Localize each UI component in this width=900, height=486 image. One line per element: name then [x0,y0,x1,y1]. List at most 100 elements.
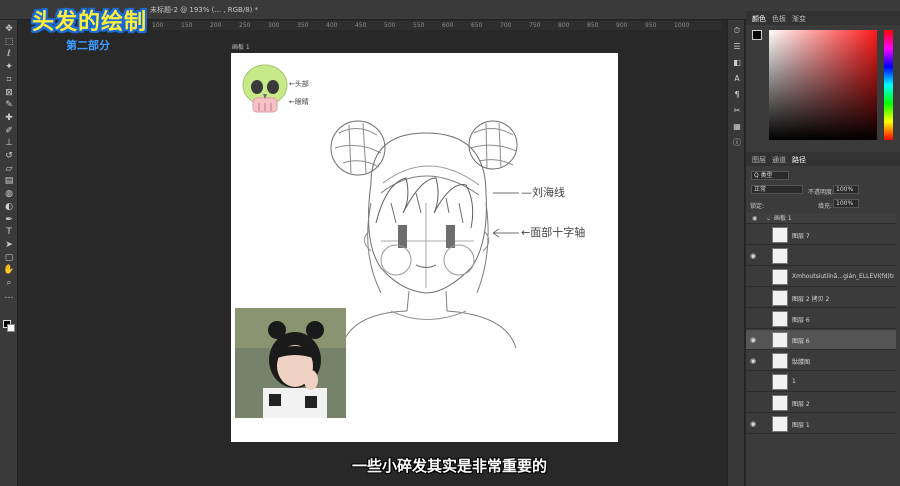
move-icon[interactable]: ✥ [3,24,15,35]
healing-icon[interactable]: ✚ [3,113,15,124]
panel-icon-column: ⏱ ☰ ◧ A ¶ ✂ ▦ ⓘ [727,20,745,486]
opacity-input[interactable]: 100% [833,185,859,194]
tab-gradients[interactable]: 渐变 [792,14,806,24]
eye-icon[interactable] [750,315,758,323]
lasso-icon[interactable]: ℓ [3,49,15,60]
eye-icon[interactable] [750,231,758,239]
layer-thumbnail [772,269,788,285]
eye-icon[interactable] [750,294,758,302]
lock-label: 锁定: [750,203,765,210]
layer-name: 图层 7 [792,233,810,240]
panel-foreground-swatch[interactable] [752,30,762,40]
info-icon[interactable]: ⓘ [731,138,743,148]
layer-row[interactable]: Xmhoutsiutilnã...gián_ELLEVI(fd)tram [746,267,896,287]
paragraph-icon[interactable]: ¶ [731,90,743,100]
eye-icon[interactable]: ◉ [750,420,758,428]
eye-icon[interactable]: ◉ [750,357,758,365]
eye-icon[interactable] [750,273,758,281]
shape-icon[interactable]: ▢ [3,253,15,264]
ruler-tick-label: 200 [210,22,222,29]
tools-icon[interactable]: ✂ [731,106,743,116]
hue-slider[interactable] [884,30,893,140]
layer-row[interactable]: 图层 2 [746,393,896,413]
layer-row[interactable]: ◉ 骷髅图 [746,351,896,371]
ruler-tick-label: 700 [500,22,512,29]
eyedropper-icon[interactable]: ✎ [3,100,15,111]
type-icon[interactable]: T [3,227,15,238]
layer-thumbnail [772,227,788,243]
layer-row[interactable]: ◉ 图层 1 [746,414,896,434]
color-picker-field[interactable] [769,30,877,140]
brush-icon[interactable]: ✐ [3,126,15,137]
path-select-icon[interactable]: ➤ [3,240,15,251]
stamp-icon[interactable]: ⊥ [3,138,15,149]
document-tab[interactable]: 未标题-2 @ 193% (... , RGB/8) * [150,3,258,18]
color-panel-tabs: 颜色 色板 渐变 [746,11,900,25]
tab-channels[interactable]: 通道 [772,155,786,165]
layer-thumbnail [772,374,788,390]
fill-input[interactable]: 100% [833,199,859,208]
frame-icon[interactable]: ⊠ [3,88,15,99]
history-icon[interactable]: ⏱ [731,26,743,36]
properties-icon[interactable]: ☰ [731,42,743,52]
hand-icon[interactable]: ✋ [3,265,15,276]
dodge-icon[interactable]: ◐ [3,202,15,213]
crop-icon[interactable]: ⌗ [3,75,15,86]
tools-panel: ✥ ⬚ ℓ ✦ ⌗ ⊠ ✎ ✚ ✐ ⊥ ↺ ▱ ▤ ◍ ◐ ✒ T ➤ ▢ ✋ ⌕ … [0,20,18,486]
layer-name: 1 [792,378,796,385]
eraser-icon[interactable]: ▱ [3,164,15,175]
ruler-tick-label: 150 [181,22,193,29]
layer-kind-filter[interactable]: Q 类型 [751,171,789,180]
ruler-tick-label: 800 [558,22,570,29]
magic-wand-icon[interactable]: ✦ [3,62,15,73]
adjust-icon[interactable]: ◧ [731,58,743,68]
eye-icon[interactable] [750,378,758,386]
background-color-swatch[interactable] [7,324,15,332]
gradient-icon[interactable]: ▤ [3,176,15,187]
blend-mode-select[interactable]: 正常 [751,185,803,194]
more-icon[interactable]: … [3,291,15,302]
layer-thumbnail [772,395,788,411]
ruler-tick-label: 350 [297,22,309,29]
face-note: ←面部十字轴 [521,225,585,239]
layer-row[interactable]: ◉ 图层 6 [746,330,896,350]
layer-group-row[interactable]: ◉ ⌄ 画板 1 [746,213,896,224]
libraries-icon[interactable]: ▦ [731,122,743,132]
history-brush-icon[interactable]: ↺ [3,151,15,162]
layer-row[interactable]: 1 [746,372,896,392]
video-caption: 一些小碎发其实是非常重要的 [352,457,548,475]
tab-swatches[interactable]: 色板 [772,14,786,24]
tab-layers[interactable]: 图层 [752,155,766,165]
eye-right [446,225,455,248]
character-icon[interactable]: A [731,74,743,84]
layer-row[interactable]: 图层 7 [746,225,896,245]
chevron-down-icon[interactable]: ⌄ [766,213,771,224]
ruler-tick-label: 500 [384,22,396,29]
tab-color[interactable]: 颜色 [752,14,766,24]
ruler-tick-label: 750 [529,22,541,29]
reference-photo[interactable] [235,308,346,418]
video-section-label: 第二部分 [66,39,110,52]
skull-reference-image[interactable] [240,63,290,118]
ruler-tick-label: 550 [413,22,425,29]
zoom-icon[interactable]: ⌕ [3,278,15,289]
eye-left [398,225,407,248]
ruler-tick-label: 450 [355,22,367,29]
head-outline [368,132,487,294]
eye-icon[interactable]: ◉ [750,336,758,344]
layer-name: 图层 2 [792,401,810,408]
pen-icon[interactable]: ✒ [3,215,15,226]
skull-note-1: ←头部 [289,79,309,88]
tab-paths[interactable]: 路径 [792,155,806,165]
layer-row[interactable]: ◉ [746,246,896,266]
layer-thumbnail [772,332,788,348]
eye-icon[interactable]: ◉ [750,252,758,260]
eye-icon[interactable]: ◉ [752,213,757,224]
marquee-icon[interactable]: ⬚ [3,37,15,48]
blur-icon[interactable]: ◍ [3,189,15,200]
eye-icon[interactable] [750,399,758,407]
layer-row[interactable]: 图层 6 [746,309,896,329]
video-title: 头发的绘制 [32,10,148,35]
layer-name: 图层 6 [792,338,810,345]
layer-row[interactable]: 图层 2 拷贝 2 [746,288,896,308]
